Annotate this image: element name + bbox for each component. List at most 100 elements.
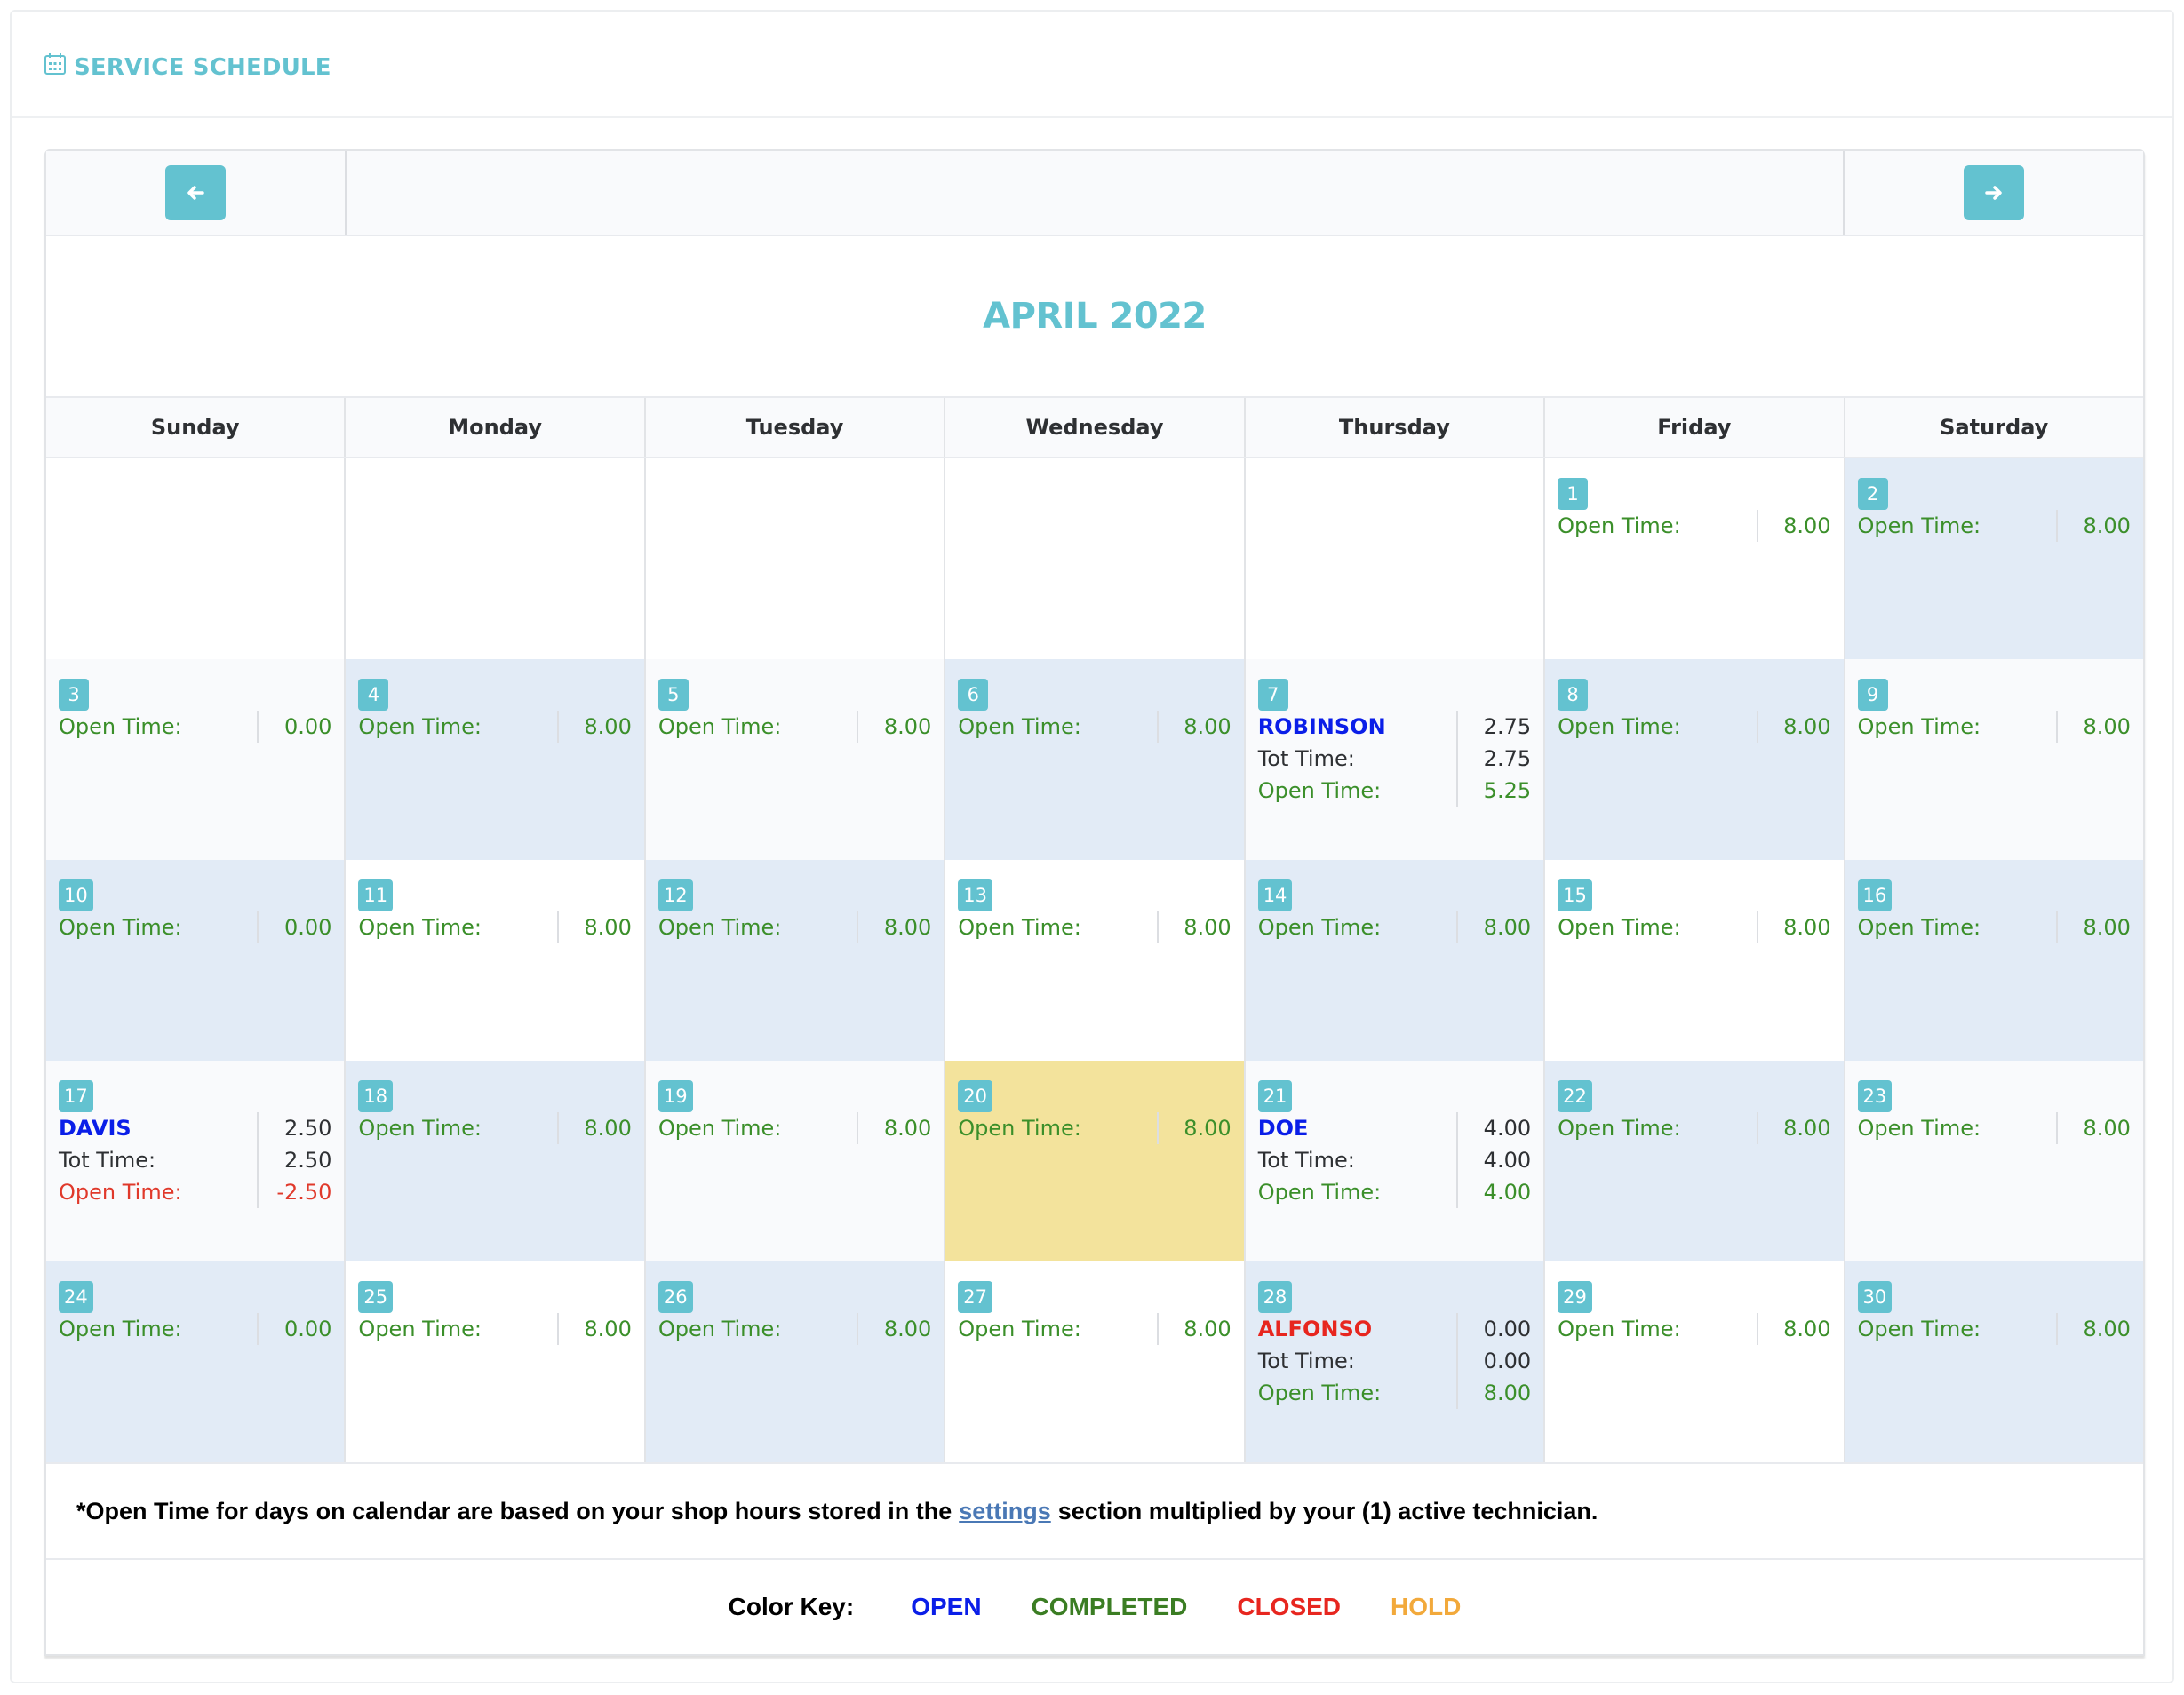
calendar-day[interactable]: 4 Open Time: 8.00 — [344, 659, 644, 860]
calendar-day[interactable]: 15 Open Time: 8.00 — [1543, 860, 1844, 1061]
day-details: DAVIS 2.50 Tot Time: 2.50 Open Time: -2.50 — [59, 1112, 331, 1208]
column-divider — [1756, 1112, 1758, 1144]
column-divider — [2055, 1112, 2058, 1144]
time-row: Open Time: 4.00 — [1258, 1176, 1531, 1208]
time-label: Open Time: — [358, 714, 482, 739]
time-row: Open Time: 8.00 — [1558, 911, 1830, 943]
time-label: Open Time: — [358, 1317, 482, 1341]
time-row: Open Time: 0.00 — [59, 911, 331, 943]
column-divider — [1756, 911, 1758, 943]
day-details: Open Time: 8.00 — [1858, 1112, 2131, 1144]
day-number-badge: 29 — [1558, 1281, 1592, 1313]
column-divider — [2055, 510, 2058, 542]
technician-name[interactable]: DOE — [1258, 1116, 1309, 1141]
calendar-day[interactable]: 17 DAVIS 2.50 Tot Time: 2.50 Open Time: -2.50 — [46, 1061, 345, 1261]
column-divider — [257, 711, 259, 743]
time-row: Open Time: 8.00 — [358, 1313, 631, 1345]
calendar-day[interactable]: 19 Open Time: 8.00 — [643, 1061, 945, 1261]
technician-row[interactable]: DOE 4.00 — [1258, 1112, 1531, 1144]
day-number-badge: 4 — [358, 679, 389, 711]
calendar-day[interactable]: 16 Open Time: 8.00 — [1843, 860, 2143, 1061]
settings-link[interactable]: settings — [959, 1498, 1051, 1525]
time-row: Tot Time: 0.00 — [1258, 1345, 1531, 1377]
calendar-day[interactable]: 11 Open Time: 8.00 — [344, 860, 644, 1061]
time-value: 0.00 — [283, 714, 332, 739]
calendar-day[interactable]: 18 Open Time: 8.00 — [344, 1061, 644, 1261]
calendar-day[interactable]: 29 Open Time: 8.00 — [1543, 1261, 1844, 1462]
calendar-day[interactable]: 14 Open Time: 8.00 — [1243, 860, 1544, 1061]
next-month-button[interactable] — [1964, 165, 2024, 220]
calendar-day[interactable]: 10 Open Time: 0.00 — [46, 860, 345, 1061]
prev-month-button[interactable] — [165, 165, 226, 220]
time-label: Open Time: — [358, 1116, 482, 1141]
calendar-day[interactable]: 24 Open Time: 0.00 — [46, 1261, 345, 1462]
calendar-day[interactable]: 9 Open Time: 8.00 — [1843, 659, 2143, 860]
time-label: Open Time: — [1857, 714, 1981, 739]
time-row: Open Time: 8.00 — [1558, 711, 1830, 743]
calendar-day[interactable]: 21 DOE 4.00 Tot Time: 4.00 Open Time: 4.00 — [1243, 1061, 1544, 1261]
calendar-day[interactable]: 13 Open Time: 8.00 — [944, 860, 1244, 1061]
time-row: Open Time: 8.00 — [1558, 510, 1830, 542]
time-value: 8.00 — [1783, 513, 1831, 538]
calendar-day[interactable]: 5 Open Time: 8.00 — [643, 659, 945, 860]
technician-name[interactable]: ALFONSO — [1258, 1317, 1372, 1341]
time-value: 4.00 — [1483, 1180, 1532, 1205]
open-time-note: *Open Time for days on calendar are base… — [46, 1462, 2143, 1560]
calendar-day[interactable]: 30 Open Time: 8.00 — [1843, 1261, 2143, 1462]
calendar-nav — [46, 151, 2143, 236]
day-details: Open Time: 8.00 — [1558, 1313, 1831, 1345]
time-label: Open Time: — [1857, 1317, 1981, 1341]
technician-row[interactable]: ROBINSON 2.75 — [1258, 711, 1531, 743]
time-label: Open Time: — [958, 714, 1081, 739]
technician-row[interactable]: ALFONSO 0.00 — [1258, 1313, 1531, 1345]
time-label: Open Time: — [1558, 915, 1681, 940]
time-value: 2.75 — [1483, 746, 1532, 771]
time-value: 8.00 — [1483, 1381, 1532, 1405]
calendar-day[interactable]: 28 ALFONSO 0.00 Tot Time: 0.00 Open Time: 8.00 — [1243, 1261, 1544, 1462]
day-number-badge: 25 — [358, 1281, 394, 1313]
color-key-completed: COMPLETED — [1031, 1593, 1188, 1620]
time-label: Open Time: — [59, 1180, 182, 1205]
day-details: Open Time: 8.00 — [358, 911, 632, 943]
column-divider — [257, 911, 259, 943]
time-row: Open Time: 0.00 — [59, 1313, 331, 1345]
calendar-day[interactable]: 2 Open Time: 8.00 — [1843, 458, 2143, 659]
time-row: Open Time: 8.00 — [958, 1112, 1231, 1144]
time-row: Open Time: 8.00 — [358, 711, 631, 743]
day-number-badge: 28 — [1257, 1281, 1293, 1313]
time-row: Open Time: 8.00 — [1258, 911, 1531, 943]
time-row: Open Time: 8.00 — [1858, 510, 2131, 542]
calendar-day[interactable]: 7 ROBINSON 2.75 Tot Time: 2.75 Open Time: 5.25 — [1243, 659, 1544, 860]
time-value: 8.00 — [584, 714, 632, 739]
technician-name[interactable]: DAVIS — [59, 1116, 132, 1141]
technician-row[interactable]: DAVIS 2.50 — [59, 1112, 331, 1144]
calendar-day[interactable]: 26 Open Time: 8.00 — [643, 1261, 945, 1462]
time-row: Open Time: 8.00 — [658, 1313, 931, 1345]
calendar-day[interactable]: 1 Open Time: 8.00 — [1543, 458, 1844, 659]
time-row: Open Time: 8.00 — [1558, 1313, 1830, 1345]
technician-name[interactable]: ROBINSON — [1258, 714, 1386, 739]
day-details: Open Time: 8.00 — [658, 711, 931, 743]
column-divider — [1156, 911, 1159, 943]
time-label: Open Time: — [658, 1116, 782, 1141]
calendar-day[interactable]: 20 Open Time: 8.00 — [944, 1061, 1244, 1261]
time-value: 8.00 — [1184, 714, 1231, 739]
calendar-day[interactable]: 8 Open Time: 8.00 — [1543, 659, 1844, 860]
time-value: 4.00 — [1483, 1148, 1532, 1173]
calendar-day[interactable]: 27 Open Time: 8.00 — [944, 1261, 1244, 1462]
column-divider — [857, 911, 859, 943]
day-number-badge: 16 — [1857, 879, 1893, 911]
time-value: 8.00 — [1184, 1317, 1231, 1341]
time-label: Tot Time: — [1257, 746, 1355, 771]
calendar-day[interactable]: 22 Open Time: 8.00 — [1543, 1061, 1844, 1261]
column-divider — [857, 1313, 859, 1345]
time-value: 8.00 — [1783, 1116, 1831, 1141]
calendar-day[interactable]: 3 Open Time: 0.00 — [46, 659, 345, 860]
calendar-day[interactable]: 23 Open Time: 8.00 — [1843, 1061, 2143, 1261]
day-number-badge: 15 — [1558, 879, 1592, 911]
time-row: Open Time: 8.00 — [1858, 711, 2131, 743]
calendar-day[interactable]: 6 Open Time: 8.00 — [944, 659, 1244, 860]
calendar-day[interactable]: 12 Open Time: 8.00 — [643, 860, 945, 1061]
column-divider — [1456, 911, 1459, 943]
calendar-day[interactable]: 25 Open Time: 8.00 — [344, 1261, 644, 1462]
